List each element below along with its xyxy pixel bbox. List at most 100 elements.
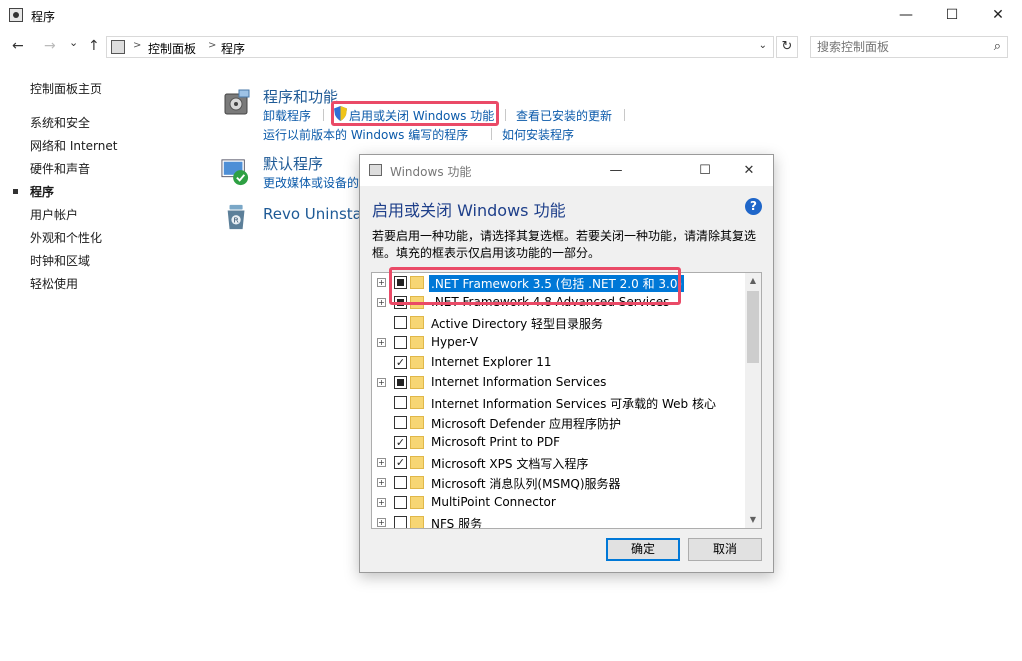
sidebar-item-hardware-sound[interactable]: 硬件和声音: [30, 160, 90, 177]
search-icon[interactable]: ⌕: [994, 39, 1001, 54]
feature-row[interactable]: + NFS 服务: [372, 513, 747, 528]
dialog-title: Windows 功能: [390, 165, 472, 179]
highlight-box: [389, 267, 681, 305]
feature-row[interactable]: Active Directory 轻型目录服务: [372, 313, 747, 333]
expand-icon[interactable]: +: [377, 498, 386, 507]
scroll-up-arrow[interactable]: ▲: [745, 273, 761, 289]
features-tree[interactable]: + .NET Framework 3.5 (包括 .NET 2.0 和 3.0) +…: [371, 272, 762, 529]
folder-icon: [410, 356, 424, 369]
recent-locations-button[interactable]: ⌄: [69, 36, 78, 49]
feature-row[interactable]: + Internet Information Services: [372, 373, 747, 393]
navigation-bar: ← → ⌄ ↑ > 控制面板 > 程序 ⌄ ↻ ⌕: [0, 32, 1022, 62]
folder-icon: [410, 476, 424, 489]
scroll-down-arrow[interactable]: ▼: [745, 512, 761, 528]
scrollbar-thumb[interactable]: [747, 291, 759, 363]
svg-text:R: R: [233, 216, 238, 225]
expand-icon[interactable]: +: [377, 458, 386, 467]
link-separator: [323, 109, 324, 121]
sidebar-item-appearance[interactable]: 外观和个性化: [30, 229, 102, 246]
uninstall-program-link[interactable]: 卸载程序: [263, 107, 311, 124]
feature-checkbox[interactable]: [394, 336, 407, 349]
feature-checkbox[interactable]: ✓: [394, 356, 407, 369]
expand-icon[interactable]: +: [377, 378, 386, 387]
expand-icon[interactable]: +: [377, 338, 386, 347]
dialog-description: 若要启用一种功能，请选择其复选框。若要关闭一种功能，请清除其复选框。填充的框表示…: [372, 229, 757, 260]
feature-label: Microsoft 消息队列(MSMQ)服务器: [431, 477, 621, 491]
feature-checkbox[interactable]: [394, 416, 407, 429]
folder-icon: [410, 496, 424, 509]
vertical-scrollbar[interactable]: ▲ ▼: [745, 273, 761, 528]
link-separator: [491, 128, 492, 140]
default-programs-icon: [221, 159, 249, 186]
default-programs-title[interactable]: 默认程序: [263, 153, 323, 174]
close-button[interactable]: ✕: [975, 0, 1021, 31]
breadcrumb-separator: >: [133, 40, 142, 51]
up-button[interactable]: ↑: [88, 38, 100, 54]
address-bar[interactable]: > 控制面板 > 程序 ⌄: [106, 36, 774, 58]
feature-row[interactable]: ✓ Internet Explorer 11: [372, 353, 747, 373]
sidebar-item-system-security[interactable]: 系统和安全: [30, 114, 90, 131]
feature-checkbox[interactable]: [394, 396, 407, 409]
folder-icon: [410, 396, 424, 409]
sidebar-item-ease-of-access[interactable]: 轻松使用: [30, 275, 78, 292]
minimize-button[interactable]: —: [883, 0, 929, 31]
feature-checkbox[interactable]: ✓: [394, 456, 407, 469]
breadcrumb-programs[interactable]: 程序: [221, 40, 245, 57]
change-media-defaults-link[interactable]: 更改媒体或设备的: [263, 174, 359, 191]
expand-icon[interactable]: +: [377, 518, 386, 527]
back-button[interactable]: ←: [12, 38, 24, 54]
how-to-install-link[interactable]: 如何安装程序: [502, 126, 574, 143]
sidebar-item-programs[interactable]: 程序: [13, 183, 55, 200]
feature-row[interactable]: + ✓ Microsoft XPS 文档写入程序: [372, 453, 747, 473]
feature-label: Microsoft XPS 文档写入程序: [431, 457, 589, 471]
chevron-down-icon[interactable]: ⌄: [759, 40, 767, 51]
expand-icon[interactable]: +: [377, 278, 386, 287]
feature-row[interactable]: ✓ Microsoft Print to PDF: [372, 433, 747, 453]
dialog-maximize-button[interactable]: ☐: [683, 155, 727, 186]
search-box[interactable]: ⌕: [810, 36, 1008, 58]
expand-icon[interactable]: +: [377, 298, 386, 307]
programs-features-title[interactable]: 程序和功能: [263, 86, 338, 107]
refresh-button[interactable]: ↻: [776, 36, 798, 58]
dialog-minimize-button[interactable]: —: [594, 155, 638, 186]
expand-icon[interactable]: +: [377, 478, 386, 487]
breadcrumb-control-panel[interactable]: 控制面板: [148, 40, 196, 57]
help-icon[interactable]: ?: [745, 198, 762, 215]
forward-button[interactable]: →: [44, 38, 56, 54]
sidebar-item-network[interactable]: 网络和 Internet: [30, 137, 117, 154]
folder-icon: [410, 336, 424, 349]
maximize-button[interactable]: ☐: [929, 0, 975, 31]
feature-checkbox[interactable]: ✓: [394, 436, 407, 449]
feature-row[interactable]: + MultiPoint Connector: [372, 493, 747, 513]
feature-checkbox[interactable]: [394, 476, 407, 489]
feature-checkbox[interactable]: [394, 516, 407, 528]
feature-label: Internet Explorer 11: [431, 355, 552, 369]
search-input[interactable]: [817, 40, 977, 54]
feature-label: Hyper-V: [431, 335, 479, 349]
folder-icon: [410, 436, 424, 449]
ok-button[interactable]: 确定: [606, 538, 680, 561]
sidebar-item-home[interactable]: 控制面板主页: [30, 80, 102, 97]
dialog-heading: 启用或关闭 Windows 功能: [372, 201, 566, 220]
folder-icon: [410, 376, 424, 389]
feature-checkbox[interactable]: [394, 376, 407, 389]
view-installed-updates-link[interactable]: 查看已安装的更新: [516, 107, 612, 124]
feature-row[interactable]: Microsoft Defender 应用程序防护: [372, 413, 747, 433]
dialog-close-button[interactable]: ✕: [727, 155, 771, 186]
feature-row[interactable]: + Microsoft 消息队列(MSMQ)服务器: [372, 473, 747, 493]
revo-uninstaller-title[interactable]: Revo Uninsta: [263, 205, 362, 223]
sidebar-item-user-accounts[interactable]: 用户帐户: [30, 206, 78, 223]
feature-checkbox[interactable]: [394, 316, 407, 329]
feature-checkbox[interactable]: [394, 496, 407, 509]
folder-icon: [410, 516, 424, 528]
sidebar-item-clock-region[interactable]: 时钟和区域: [30, 252, 90, 269]
sidebar-item-label: 程序: [30, 185, 55, 199]
link-separator: [505, 109, 506, 121]
feature-label: Microsoft Print to PDF: [431, 435, 561, 449]
cancel-button[interactable]: 取消: [688, 538, 762, 561]
run-older-programs-link[interactable]: 运行以前版本的 Windows 编写的程序: [263, 126, 468, 143]
folder-icon: [410, 316, 424, 329]
feature-row[interactable]: Internet Information Services 可承载的 Web 核…: [372, 393, 747, 413]
feature-row[interactable]: + Hyper-V: [372, 333, 747, 353]
highlight-box: [331, 101, 499, 126]
